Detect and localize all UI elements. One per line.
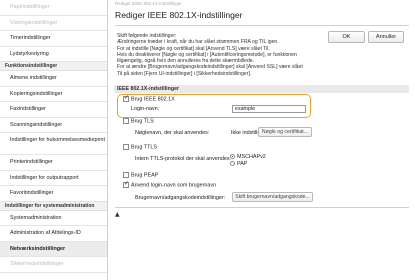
- use-ttls-label: Brug TTLS: [131, 144, 157, 151]
- page-title: Rediger IEEE 802.1X-indstillinger: [115, 10, 243, 20]
- ok-button[interactable]: OK: [328, 31, 365, 43]
- use-peap-label: Brug PEAP: [131, 172, 159, 179]
- instruction-line: For at ændre [Brugernavn/adgangskodeinds…: [117, 64, 303, 71]
- sidebar-item-network-settings[interactable]: Netværksindstillinger: [0, 241, 107, 257]
- sidebar-item[interactable]: Administration af Afdelings-ID: [0, 226, 107, 242]
- bottom-divider: [115, 207, 409, 208]
- instructions-text: Skift følgende indstillinger: Ændringerne…: [117, 33, 322, 77]
- use-tls-label: Brug TLS: [131, 118, 154, 125]
- use-peap-row: Brug PEAP: [123, 171, 159, 179]
- sidebar-item[interactable]: Sikkerhedsindstillinger: [0, 257, 107, 273]
- use-tls-checkbox[interactable]: [123, 117, 129, 124]
- ttls-protocol-label: Intern TTLS-protokol der skal anvendes:: [135, 156, 232, 162]
- mschapv2-radio[interactable]: [230, 154, 235, 160]
- sidebar-item[interactable]: Kopieringsindstillinger: [0, 87, 107, 102]
- main-panel: Rediger IEEE 802.1X-indstillinger Redige…: [109, 0, 415, 280]
- use-ieee-checkbox[interactable]: [123, 94, 129, 102]
- login-name-label: Login-navn:: [131, 106, 160, 112]
- sidebar-item[interactable]: Indstillinger for hukommelsesmedieprint: [0, 133, 107, 155]
- pap-radio[interactable]: [230, 161, 235, 167]
- ttls-option-mschapv2[interactable]: MSCHAPv2: [230, 154, 266, 160]
- use-ttls-row: Brug TTLS: [123, 143, 157, 151]
- key-to-use-label: Nøglenavn, der skal anvendes:: [135, 130, 210, 136]
- sidebar-item[interactable]: Lydstyrkestyring: [0, 47, 107, 62]
- sidebar-section-functions: Funktionsindstillinger: [0, 62, 107, 71]
- title-divider: [115, 25, 409, 26]
- use-login-as-user-checkbox[interactable]: [123, 180, 129, 188]
- change-user-pw-button[interactable]: Skift brugernavn/adgangskode...: [232, 192, 313, 202]
- sidebar-item[interactable]: Papirindstillinger: [0, 0, 107, 16]
- use-ieee-label: Brug IEEE 802.1X: [131, 96, 175, 103]
- cancel-button[interactable]: Annuller: [368, 31, 404, 43]
- sidebar-item[interactable]: Timerindstillinger: [0, 31, 107, 47]
- sidebar-item[interactable]: Systemadministration: [0, 211, 107, 226]
- use-ieee-row: Brug IEEE 802.1X: [123, 94, 175, 103]
- sidebar-item[interactable]: Scanningsindstillinger: [0, 118, 107, 133]
- go-top-icon[interactable]: ▲: [115, 211, 120, 218]
- ttls-option-pap[interactable]: PAP: [230, 161, 247, 167]
- sidebar-item[interactable]: Favoritindstillinger: [0, 186, 107, 202]
- use-ttls-checkbox[interactable]: [123, 143, 129, 150]
- use-login-as-user-label: Anvend login-navn som brugernavn: [131, 182, 217, 189]
- sidebar-item[interactable]: Indstillinger for outputrapport: [0, 171, 107, 186]
- pap-label: PAP: [237, 161, 248, 167]
- breadcrumb: Rediger IEEE 802.1X-indstillinger: [115, 1, 182, 6]
- sidebar-item[interactable]: Faxindstillinger: [0, 102, 107, 118]
- mschapv2-label: MSCHAPv2: [237, 154, 266, 160]
- sidebar-item[interactable]: Visningsindstillinger: [0, 16, 107, 31]
- sidebar-item[interactable]: Almene indstillinger: [0, 71, 107, 87]
- sidebar-item[interactable]: Printerindstillinger: [0, 155, 107, 171]
- section-header-ieee: IEEE 802.1X-indstillinger: [114, 85, 409, 93]
- login-name-input[interactable]: example: [232, 105, 306, 113]
- use-login-as-user-row: Anvend login-navn som brugernavn: [123, 180, 217, 189]
- user-pw-settings-label: Brugernavn/adgangskodeindstillinger:: [135, 195, 226, 201]
- key-cert-button[interactable]: Nøgle og certifikat...: [258, 127, 312, 137]
- sidebar-section-system: Indstillinger for systemadministration: [0, 201, 107, 211]
- use-peap-checkbox[interactable]: [123, 171, 129, 178]
- sidebar: Papirindstillinger Visningsindstillinger T…: [0, 0, 108, 280]
- instruction-line: Til på siden [Fjern UI-indstillinger] i …: [117, 70, 252, 77]
- use-tls-row: Brug TLS: [123, 117, 154, 125]
